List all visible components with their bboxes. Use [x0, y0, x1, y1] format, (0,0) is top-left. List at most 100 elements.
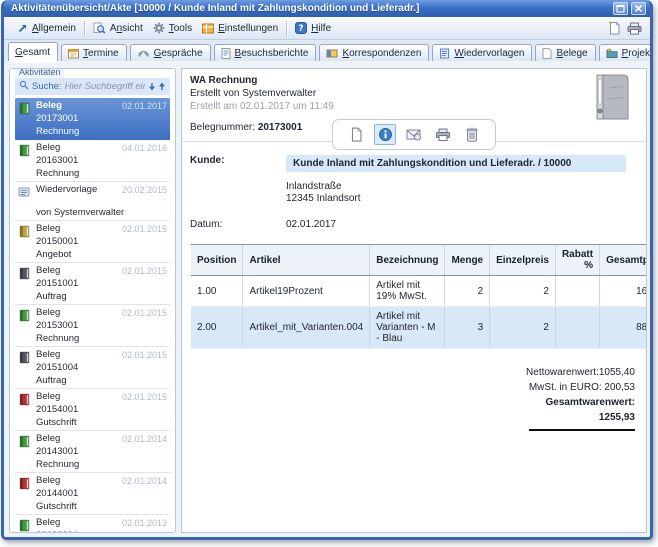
menu-tools[interactable]: Tools: [148, 20, 197, 36]
activity-item[interactable]: Beleg02.01.201520151004Auftrag: [15, 347, 170, 389]
book-letters-icon: [326, 48, 338, 59]
activity-item[interactable]: Beleg02.01.201520151001Auftrag: [15, 263, 170, 305]
cell: 1.00: [191, 276, 243, 307]
column-header[interactable]: Artikel: [243, 245, 370, 276]
table-row[interactable]: 2.00Artikel_mit_Varianten.004Artikel mit…: [191, 307, 647, 349]
menu-einstellungen[interactable]: Einstellungen: [197, 21, 283, 36]
beleg-number-label: Belegnummer:: [190, 122, 255, 133]
tab-projekte[interactable]: Projekte: [599, 44, 653, 61]
activity-doc-type: Rechnung: [36, 460, 167, 470]
activity-number: 20143001: [36, 447, 167, 457]
cell: 2: [490, 276, 556, 307]
printer-button[interactable]: [627, 22, 642, 35]
arrow-up-button[interactable]: [158, 82, 166, 91]
book-icon: [18, 393, 30, 406]
close-button[interactable]: [631, 2, 646, 15]
menu-label: Hilfe: [311, 23, 331, 34]
activity-number: 20154001: [36, 405, 167, 415]
restore-icon: [616, 4, 625, 13]
tab-label: Gesamt: [15, 47, 50, 58]
mail-button[interactable]: [403, 124, 425, 145]
activity-search[interactable]: Suche: Hier Suchbegriff eingeben ...: [15, 78, 170, 95]
search-input[interactable]: Hier Suchbegriff eingeben ...: [65, 81, 145, 92]
menu-hilfe[interactable]: ? Hilfe: [290, 20, 336, 36]
activity-item[interactable]: Beleg02.01.201420143001Rechnung: [15, 431, 170, 473]
cell: Artikel19Prozent: [243, 276, 370, 307]
column-header[interactable]: Rabatt %: [555, 245, 599, 276]
activity-date: 02.01.2017: [122, 101, 167, 111]
activity-item[interactable]: Beleg04.01.201620163001Rechnung: [15, 140, 170, 182]
activity-number: 20153001: [36, 321, 167, 331]
column-header[interactable]: Menge: [445, 245, 490, 276]
activity-number: 20151001: [36, 279, 167, 289]
column-header[interactable]: Position: [191, 245, 243, 276]
info-icon: [378, 127, 393, 142]
book-icon: [18, 519, 30, 532]
activity-item[interactable]: Beleg02.01.201520154001Gutschrift: [15, 389, 170, 431]
tab-wiedervorlagen[interactable]: Wiedervorlagen: [432, 44, 532, 61]
page-button[interactable]: [345, 124, 367, 145]
activity-title: Beleg: [36, 308, 60, 318]
tab-besuchsberichte[interactable]: Besuchsberichte: [214, 44, 317, 61]
cell: 3: [445, 307, 490, 349]
activity-list: Beleg02.01.201720173001RechnungBeleg04.0…: [15, 98, 170, 533]
activity-item[interactable]: Wiedervorlage20.02.2015von Systemverwalt…: [15, 182, 170, 221]
activity-doc-type: Auftrag: [36, 376, 167, 386]
svg-text:?: ?: [299, 24, 304, 34]
cell: 882,36: [600, 307, 647, 349]
book-icon: [18, 225, 30, 238]
tab-label: Belege: [556, 48, 587, 59]
customer-label: Kunde:: [188, 155, 286, 166]
arrow-down-button[interactable]: [148, 82, 156, 91]
column-header[interactable]: Bezeichnung: [370, 245, 445, 276]
menubar: Allgemein Ansicht ToolsEinstellungen? Hilfe: [4, 17, 650, 40]
activity-date: 02.01.2013: [122, 518, 167, 528]
tab-gespräche[interactable]: Gespräche: [130, 44, 211, 61]
menu-label: Ansicht: [110, 23, 143, 34]
new-document-icon: [608, 21, 621, 35]
print-button[interactable]: [432, 124, 454, 145]
table-row[interactable]: 1.00Artikel19ProzentArtikel mit 19% MwSt…: [191, 276, 647, 307]
arrow-up-icon: [158, 82, 166, 91]
activity-date: 02.01.2015: [122, 350, 167, 360]
tab-label: Wiedervorlagen: [454, 48, 524, 59]
arrow-ne-icon: [17, 23, 28, 34]
column-header[interactable]: Gesamtpreis: [600, 245, 647, 276]
tab-termine[interactable]: Termine: [61, 44, 127, 61]
tab-korrespondenzen[interactable]: Korrespondenzen: [319, 44, 429, 61]
trash-button[interactable]: [461, 124, 483, 145]
book-icon: [18, 144, 30, 157]
book-icon: [18, 309, 30, 322]
customer-value[interactable]: Kunde Inland mit Zahlungskondition und L…: [286, 155, 626, 172]
app-window: Aktivitätenübersicht/Akte [10000 / Kunde…: [1, 0, 653, 540]
mail-icon: [406, 128, 422, 141]
magnifier-doc-icon: [93, 22, 106, 34]
activity-item[interactable]: Beleg02.01.201520153001Rechnung: [15, 305, 170, 347]
activity-item[interactable]: Beleg02.01.201320133001Rechnung: [15, 515, 170, 533]
tab-belege[interactable]: Belege: [535, 44, 595, 61]
book-icon: [18, 435, 30, 448]
phone-icon: [137, 48, 150, 58]
cell: Artikel_mit_Varianten.004: [243, 307, 370, 349]
tab-gesamt[interactable]: Gesamt: [8, 42, 58, 61]
activities-group-label: Aktivitäten: [16, 68, 64, 77]
menu-ansicht[interactable]: Ansicht: [88, 20, 148, 36]
activity-item[interactable]: Beleg02.01.201520150001Angebot: [15, 221, 170, 263]
menu-allgemein[interactable]: Allgemein: [12, 21, 81, 36]
activity-item[interactable]: Beleg02.01.201420144001Gutschrift: [15, 473, 170, 515]
activity-date: 20.02.2015: [122, 185, 167, 195]
address-line: 12345 Inlandsort: [286, 193, 638, 205]
activity-item[interactable]: Beleg02.01.201720173001Rechnung: [15, 98, 170, 140]
info-button[interactable]: [374, 124, 396, 145]
document-title: WA Rechnung: [190, 75, 638, 86]
document-lines-icon: [221, 48, 231, 59]
activity-number: 20151004: [36, 363, 167, 373]
column-header[interactable]: Einzelpreis: [490, 245, 556, 276]
titlebar[interactable]: Aktivitätenübersicht/Akte [10000 / Kunde…: [4, 0, 650, 17]
spacer: [36, 195, 167, 205]
new-document-button[interactable]: [608, 21, 621, 35]
activity-date: 02.01.2015: [122, 392, 167, 402]
activity-author: von Systemverwalter: [36, 208, 167, 218]
restore-button[interactable]: [613, 2, 628, 15]
tab-label: Korrespondenzen: [342, 48, 421, 59]
